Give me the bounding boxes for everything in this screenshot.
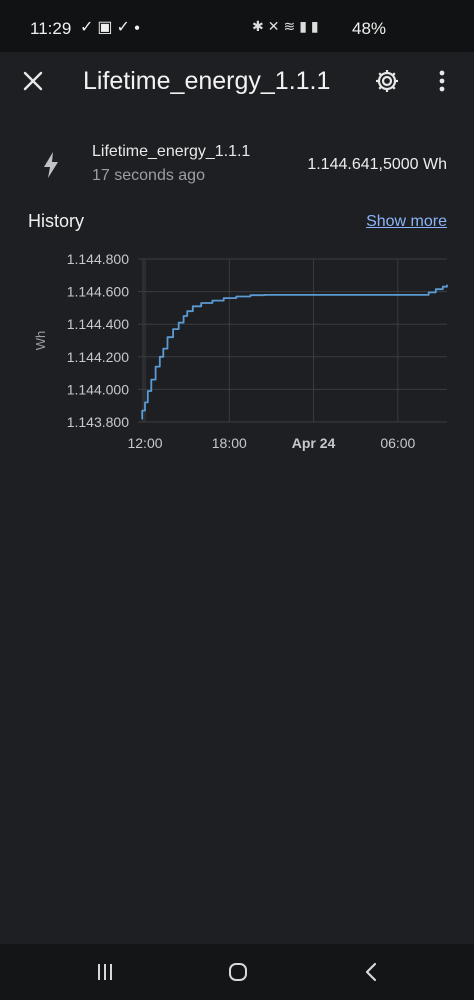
recent-apps-icon — [98, 964, 112, 980]
series-line — [141, 284, 448, 420]
history-heading: History — [28, 211, 85, 231]
home-button[interactable] — [219, 956, 257, 988]
entity-state-value: 1.144.641,5000 Wh — [307, 156, 447, 173]
y-tick-label: 1.143.800 — [67, 414, 129, 430]
x-tick-label: Apr 24 — [292, 435, 336, 451]
y-tick-label: 1.144.600 — [67, 284, 129, 300]
gear-icon — [376, 70, 398, 92]
status-time: 11:29 — [30, 19, 72, 38]
check-icon: ✓ — [116, 19, 134, 36]
entity-name: Lifetime_energy_1.1.1 — [92, 143, 251, 160]
bluetooth-icon: ✱ — [252, 18, 268, 34]
signal-icon: ▮ — [310, 18, 323, 34]
x-tick-label: 18:00 — [212, 435, 247, 451]
lightning-bolt-icon — [44, 152, 58, 178]
status-bar: 11:29 ✓▣✓● ✱✕≋▮▮ 48% — [0, 0, 474, 52]
check-icon: ✓ — [80, 19, 98, 36]
x-tick-label: 12:00 — [127, 435, 162, 451]
battery-level: 48% — [352, 19, 387, 38]
mute-icon: ✕ — [267, 18, 284, 34]
entity-last-changed: 17 seconds ago — [92, 167, 205, 184]
y-tick-label: 1.144.400 — [67, 316, 129, 332]
x-tick-label: 06:00 — [380, 435, 415, 451]
close-icon — [23, 71, 43, 91]
y-tick-label: 1.144.200 — [67, 349, 129, 365]
back-icon — [365, 962, 377, 982]
wifi-icon: ≋ — [283, 18, 300, 34]
image-icon: ▣ — [97, 19, 117, 36]
close-button[interactable] — [14, 62, 52, 100]
history-chart[interactable]: 1.143.800 1.144.000 1.144.200 1.144.400 1.14… — [0, 240, 474, 470]
signal-icon: ▮ — [299, 18, 311, 34]
home-icon — [229, 963, 247, 981]
more-vertical-icon — [439, 70, 445, 92]
dialog-title: Lifetime_energy_1.1.1 — [83, 67, 331, 95]
y-tick-label: 1.144.000 — [67, 381, 129, 397]
back-button[interactable] — [352, 956, 390, 988]
status-system-icons: ✱✕≋▮▮ — [252, 18, 323, 35]
status-notification-icons: ✓▣✓● — [80, 17, 144, 37]
recent-apps-button[interactable] — [86, 956, 124, 988]
navigation-bar — [0, 944, 474, 1000]
y-tick-label: 1.144.800 — [67, 251, 129, 267]
more-options-button[interactable] — [428, 62, 456, 100]
show-more-link[interactable]: Show more — [366, 213, 447, 231]
entity-icon — [36, 150, 66, 180]
settings-button[interactable] — [368, 62, 406, 100]
dot-icon: ● — [133, 22, 144, 34]
y-axis-label: Wh — [33, 331, 48, 351]
